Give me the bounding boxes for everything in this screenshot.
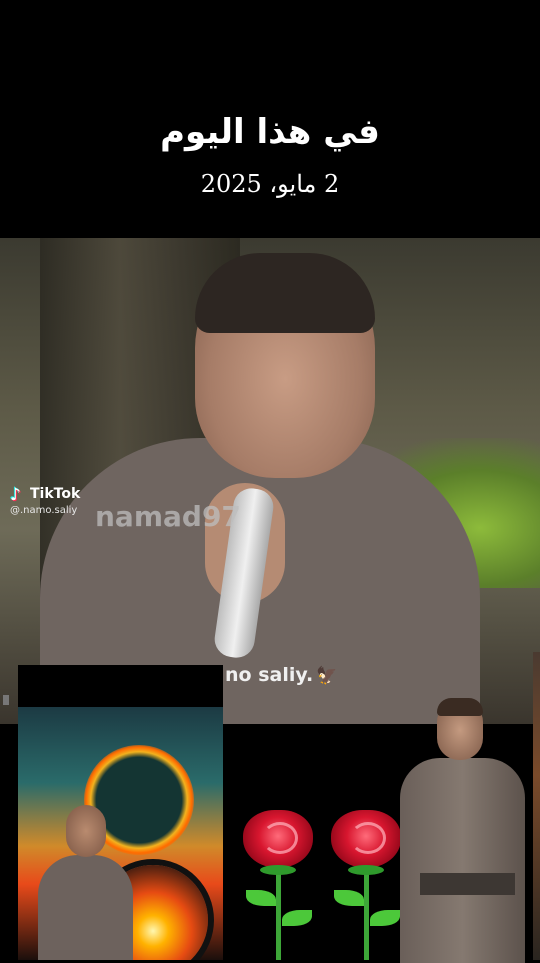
singer-hair	[195, 253, 375, 333]
tiktok-logo-icon: ♪	[10, 485, 21, 505]
tiktok-overlay: ♪ TikTok @.namo.saliy	[10, 485, 80, 516]
memory-title: في هذا اليوم	[160, 112, 380, 152]
right-edge-image	[533, 652, 540, 960]
video-frame[interactable]: namad97	[0, 238, 540, 724]
memory-header: في هذا اليوم 2 مايو، 2025	[0, 0, 540, 238]
tiktok-brand: TikTok	[30, 486, 81, 502]
edge-fragment	[3, 695, 9, 705]
memory-date: 2 مايو، 2025	[200, 170, 340, 198]
video-watermark: namad97	[95, 500, 241, 533]
video-caption: no saliy. 🦅	[225, 664, 337, 686]
rose-icon	[238, 810, 318, 960]
standing-person	[395, 698, 525, 963]
roses-sticker	[238, 810, 418, 960]
rose-icon	[326, 810, 406, 960]
eagle-icon: 🦅	[316, 666, 338, 686]
collage-person	[38, 805, 133, 960]
sunset-collage	[18, 665, 223, 960]
caption-text: no saliy.	[225, 664, 314, 686]
tiktok-handle: @.namo.saliy	[10, 505, 78, 516]
